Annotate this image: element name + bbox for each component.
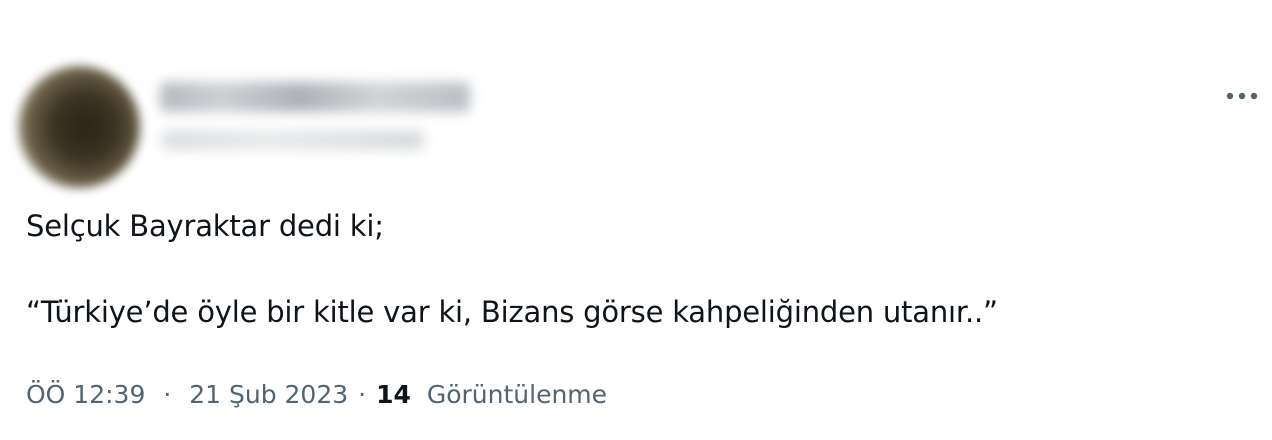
tweet-text-line: Selçuk Bayraktar dedi ki; [26, 209, 384, 243]
meta-separator: · [358, 379, 367, 409]
author-handle-blurred[interactable] [162, 130, 424, 150]
tweet-card: Selçuk Bayraktar dedi ki; “Türkiye’de öy… [0, 0, 1272, 440]
tweet-time-link[interactable]: ÖÖ 12:39 · 21 Şub 2023 [26, 380, 348, 409]
tweet-text-line: “Türkiye’de öyle bir kitle var ki, Bizan… [26, 295, 998, 329]
tweet-time: ÖÖ 12:39 [26, 379, 146, 409]
more-options-button[interactable] [1222, 82, 1262, 110]
views-label: Görüntülenme [426, 379, 608, 409]
author-name-blurred[interactable] [160, 82, 470, 112]
tweet-text: Selçuk Bayraktar dedi ki; “Türkiye’de öy… [26, 204, 1246, 334]
more-horizontal-icon [1226, 92, 1258, 100]
avatar[interactable] [18, 66, 140, 188]
views-link[interactable]: 14 Görüntülenme [376, 380, 607, 409]
meta-separator: · [163, 379, 172, 409]
tweet-meta: ÖÖ 12:39 · 21 Şub 2023 · 14 Görüntülenme [26, 374, 607, 414]
tweet-date: 21 Şub 2023 [189, 379, 349, 409]
views-count: 14 [376, 379, 411, 409]
